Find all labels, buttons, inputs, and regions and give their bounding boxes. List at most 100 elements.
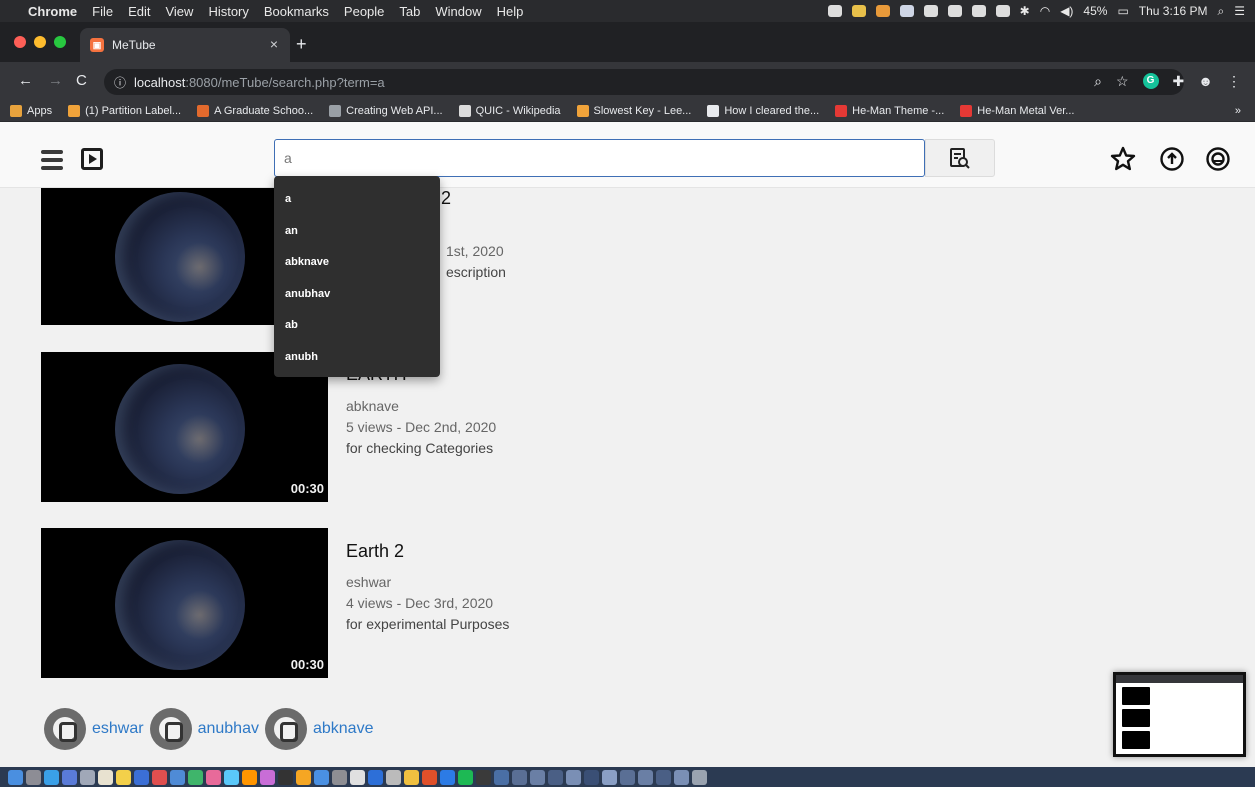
tray-app-icon[interactable] <box>971 5 986 17</box>
suggestion-item[interactable]: anubh <box>274 344 440 376</box>
back-icon[interactable]: ← <box>18 72 33 89</box>
site-info-icon[interactable]: ⓘ <box>114 74 126 91</box>
bookmark-item[interactable]: QUIC - Wikipedia <box>458 104 561 117</box>
menu-chrome[interactable]: Chrome <box>28 4 77 19</box>
app-icon[interactable] <box>656 769 671 785</box>
app-icon[interactable] <box>188 769 203 785</box>
video-result[interactable]: 00:30 Earth 2 eshwar 4 views - Dec 3rd, … <box>41 528 961 678</box>
minimize-window-button[interactable] <box>34 36 46 48</box>
suggestion-item[interactable]: anubhav <box>274 281 440 313</box>
profile-avatar-icon[interactable]: ☻ <box>1198 73 1213 89</box>
app-icon[interactable] <box>242 769 257 785</box>
clock[interactable]: Thu 3:16 PM <box>1139 4 1208 18</box>
app-icon[interactable] <box>134 769 149 785</box>
app-icon[interactable] <box>260 769 275 785</box>
menu-view[interactable]: View <box>165 4 193 19</box>
app-icon[interactable] <box>530 769 545 785</box>
trash-icon[interactable] <box>692 769 707 785</box>
app-icon[interactable] <box>206 769 221 785</box>
user-avatar-icon[interactable] <box>149 708 192 750</box>
launchpad-icon[interactable] <box>26 769 41 785</box>
user-chip[interactable]: eshwar <box>44 708 144 750</box>
app-icon[interactable] <box>296 769 311 785</box>
account-icon[interactable] <box>1205 146 1231 172</box>
video-result[interactable]: 2 1st, 2020 escription <box>41 188 961 325</box>
app-icon[interactable] <box>278 769 293 785</box>
bookmark-item[interactable]: He-Man Metal Ver... <box>960 104 1074 117</box>
bookmarks-overflow-icon[interactable]: » <box>1235 105 1241 117</box>
user-name-link[interactable]: anubhav <box>198 720 259 738</box>
search-input[interactable] <box>274 139 925 177</box>
new-tab-icon[interactable]: + <box>296 34 307 55</box>
zoom-window-button[interactable] <box>54 36 66 48</box>
close-tab-icon[interactable]: × <box>270 36 278 52</box>
app-icon[interactable] <box>422 769 437 785</box>
menu-window[interactable]: Window <box>435 4 481 19</box>
tray-app-icon[interactable] <box>851 5 866 17</box>
spotlight-icon[interactable]: ⌕ <box>1218 4 1225 19</box>
app-icon[interactable] <box>98 769 113 785</box>
close-window-button[interactable] <box>14 36 26 48</box>
video-result[interactable]: 00:30 EARTH abknave 5 views - Dec 2nd, 2… <box>41 352 961 502</box>
app-icon[interactable] <box>512 769 527 785</box>
app-icon[interactable] <box>620 769 635 785</box>
bookmark-item[interactable]: A Graduate Schoo... <box>197 104 313 117</box>
bookmark-item[interactable]: He-Man Theme -... <box>835 104 944 117</box>
suggestion-item[interactable]: abknave <box>274 249 440 281</box>
bookmark-item[interactable]: Slowest Key - Lee... <box>576 104 691 117</box>
app-icon[interactable] <box>584 769 599 785</box>
suggestion-item[interactable]: ab <box>274 312 440 344</box>
menu-help[interactable]: Help <box>497 4 524 19</box>
volume-icon[interactable]: ◀) <box>1060 4 1073 18</box>
hamburger-menu-icon[interactable] <box>41 150 63 170</box>
bookmark-item[interactable]: How I cleared the... <box>707 104 819 117</box>
video-thumbnail[interactable]: 00:30 <box>41 528 328 678</box>
battery-percent[interactable]: 45% <box>1083 4 1107 18</box>
screenshot-preview[interactable] <box>1113 672 1246 757</box>
video-channel[interactable]: eshwar <box>346 574 391 590</box>
app-icon[interactable] <box>494 769 509 785</box>
app-icon[interactable] <box>476 769 491 785</box>
user-chip[interactable]: anubhav <box>149 708 259 750</box>
app-icon[interactable] <box>152 769 167 785</box>
tray-app-icon[interactable] <box>923 5 938 17</box>
app-icon[interactable] <box>314 769 329 785</box>
menu-file[interactable]: File <box>92 4 113 19</box>
bluetooth-icon[interactable]: ✱ <box>1020 4 1030 18</box>
app-icon[interactable] <box>80 769 95 785</box>
bookmark-star-icon[interactable]: ☆ <box>1116 73 1129 90</box>
video-title[interactable]: Earth 2 <box>346 541 404 562</box>
safari-icon[interactable] <box>44 769 59 785</box>
app-icon[interactable] <box>566 769 581 785</box>
grammarly-extension-icon[interactable]: G <box>1142 73 1159 89</box>
menu-edit[interactable]: Edit <box>128 4 150 19</box>
chrome-menu-icon[interactable]: ⋮ <box>1227 73 1241 90</box>
tray-app-icon[interactable] <box>875 5 890 17</box>
app-icon[interactable] <box>62 769 77 785</box>
menu-bookmarks[interactable]: Bookmarks <box>264 4 329 19</box>
video-library-icon[interactable] <box>81 148 103 170</box>
menu-history[interactable]: History <box>208 4 248 19</box>
zoom-icon[interactable]: ⌕ <box>1094 73 1102 90</box>
app-icon[interactable] <box>170 769 185 785</box>
user-avatar-icon[interactable] <box>44 708 86 750</box>
favorites-star-icon[interactable] <box>1110 146 1136 172</box>
search-button[interactable] <box>925 139 995 177</box>
video-channel[interactable]: abknave <box>346 398 399 414</box>
app-icon[interactable] <box>638 769 653 785</box>
dropbox-icon[interactable] <box>899 5 914 17</box>
finder-icon[interactable] <box>8 769 23 785</box>
app-icon[interactable] <box>386 769 401 785</box>
bookmark-item[interactable]: Creating Web API... <box>329 104 443 117</box>
menu-tab[interactable]: Tab <box>399 4 420 19</box>
user-name-link[interactable]: eshwar <box>92 720 144 738</box>
app-icon[interactable] <box>116 769 131 785</box>
wifi-icon[interactable]: ◠ <box>1040 4 1050 18</box>
menu-people[interactable]: People <box>344 4 384 19</box>
tray-app-icon[interactable] <box>827 5 842 17</box>
video-title[interactable]: 2 <box>441 188 451 209</box>
tab-metube[interactable]: ▣ MeTube × <box>80 28 290 62</box>
notification-center-icon[interactable]: ☰ <box>1234 4 1245 18</box>
suggestion-item[interactable]: a <box>274 186 440 218</box>
app-icon[interactable] <box>332 769 347 785</box>
